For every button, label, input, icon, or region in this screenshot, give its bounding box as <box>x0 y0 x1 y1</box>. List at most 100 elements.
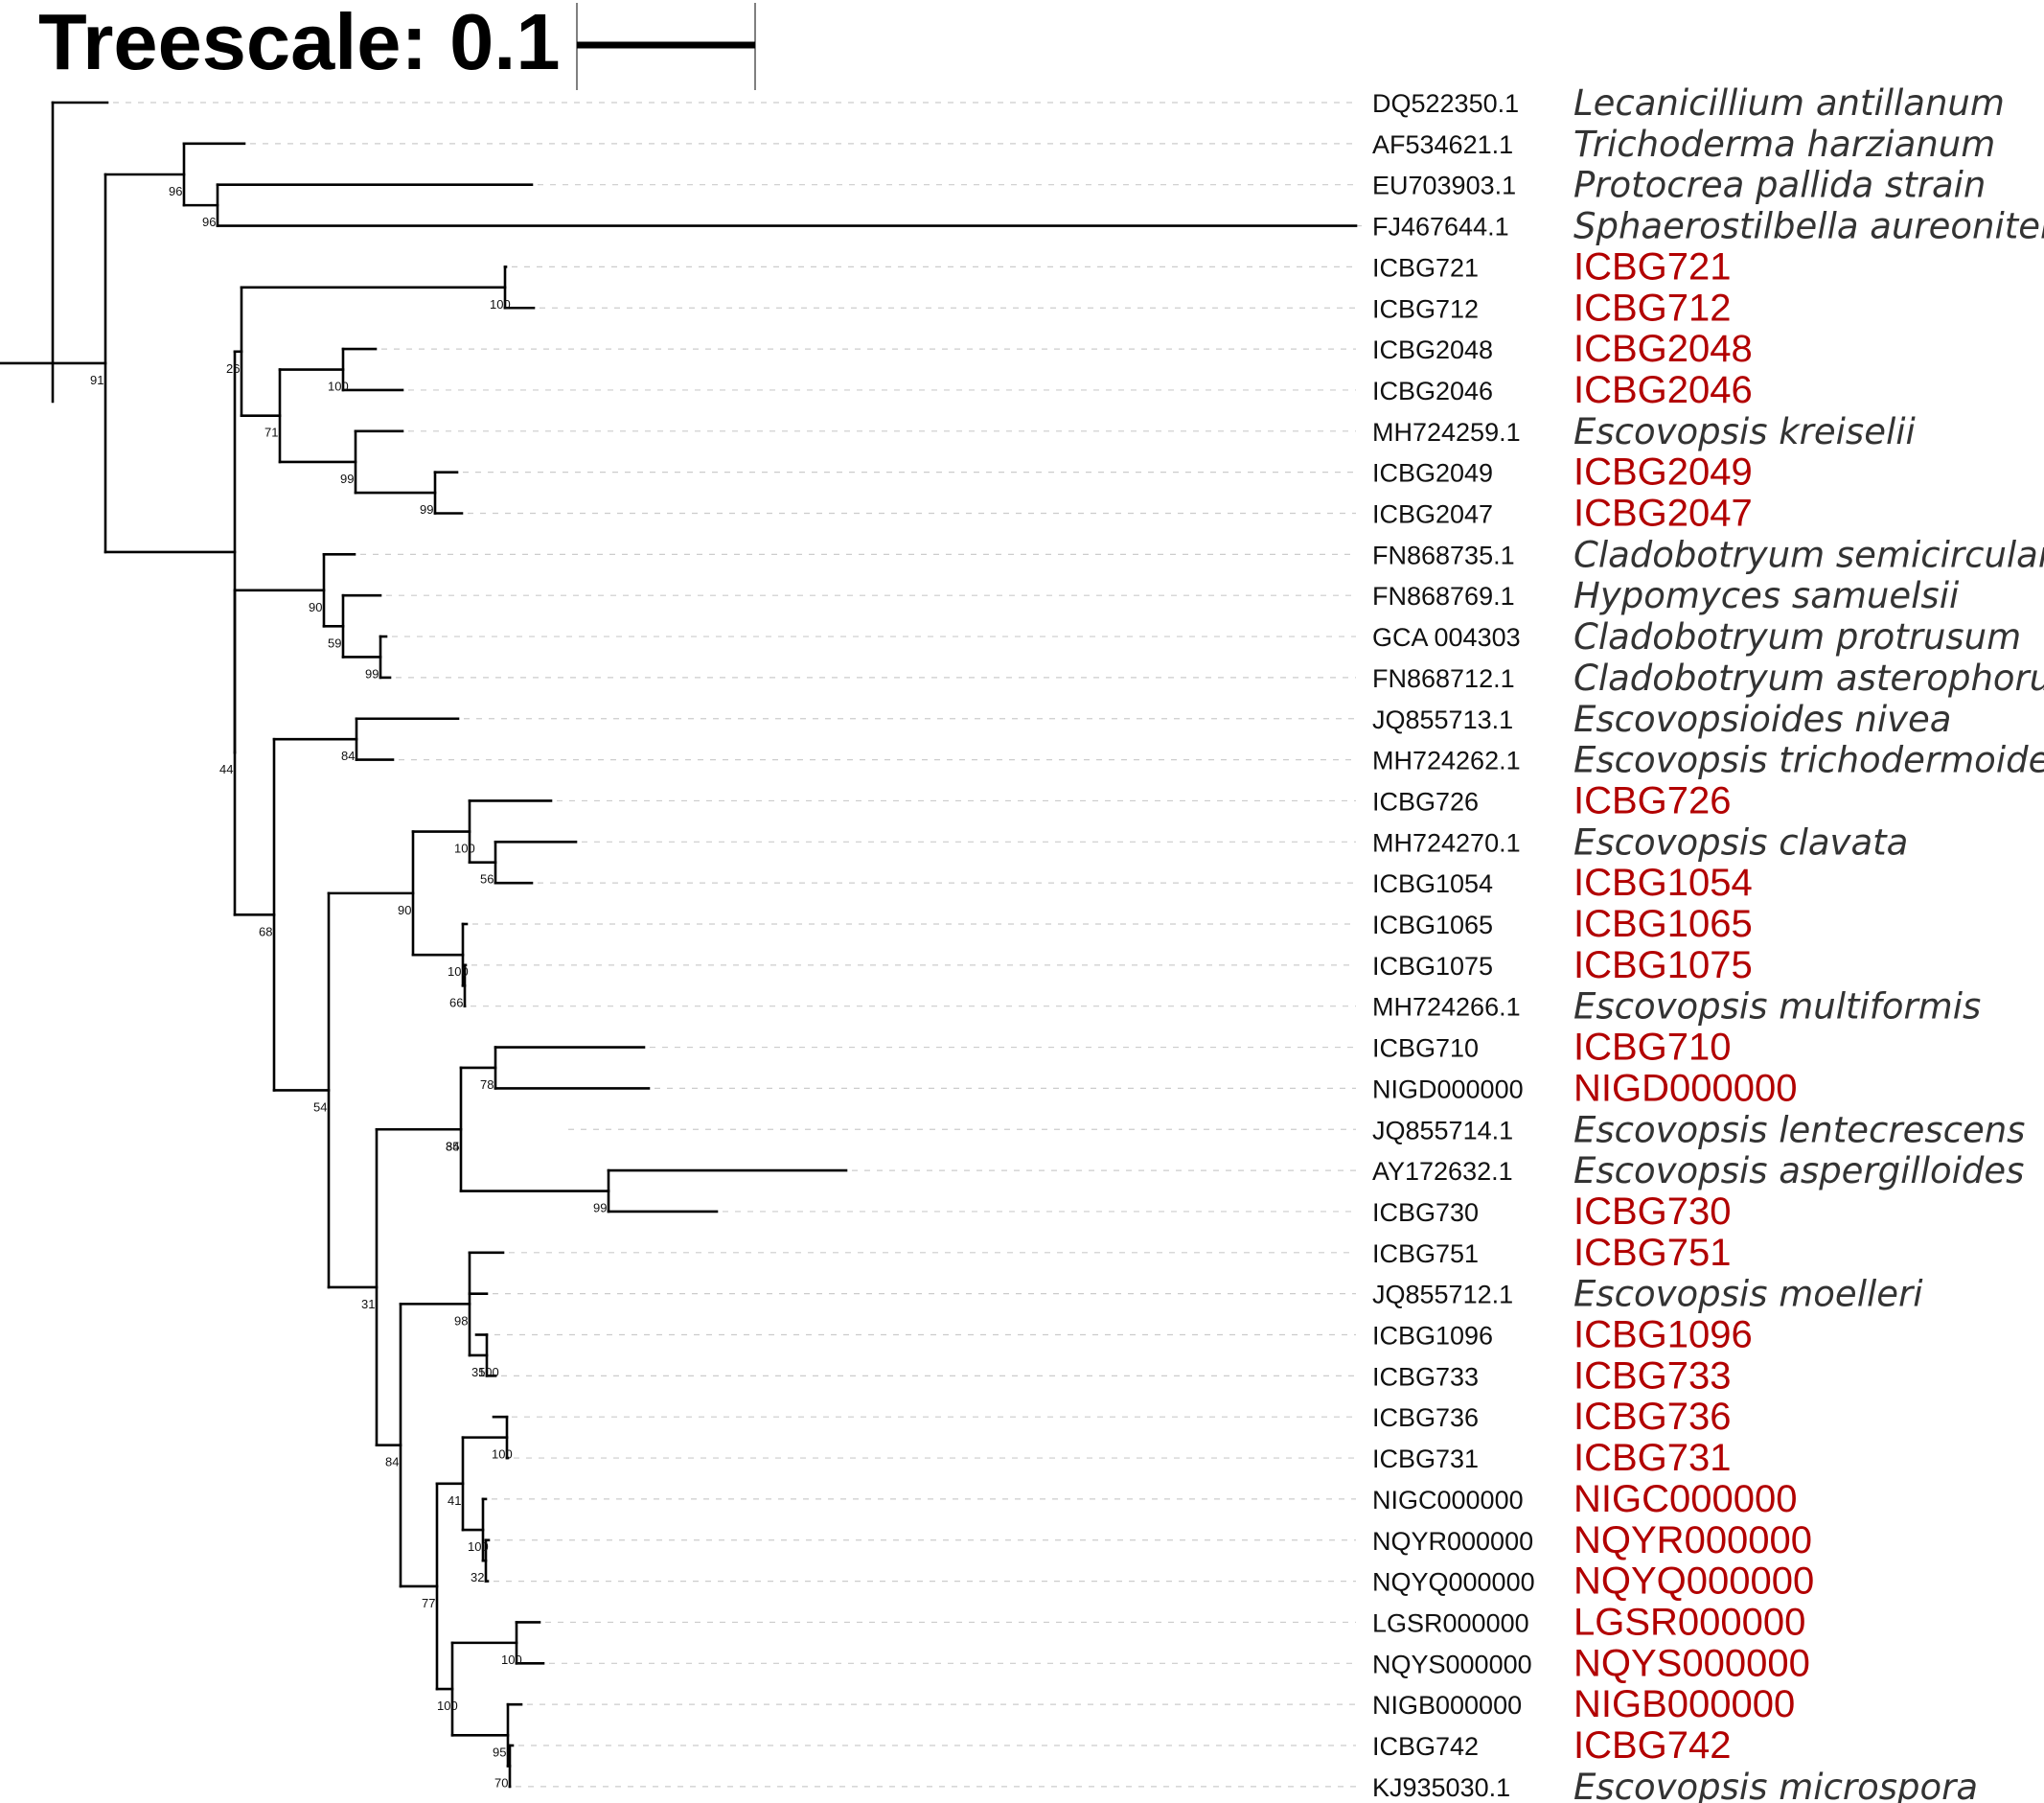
support-value-N_70: 70 <box>494 1775 508 1790</box>
leaf-accession-L10: ICBG2049 <box>1372 459 1493 488</box>
leaf-accession-L13: FN868769.1 <box>1372 582 1515 611</box>
phylogenetic-tree: Treescale: 0.1 9196961002610071999990599… <box>0 0 2044 1803</box>
leaf-name-L24: ICBG710 <box>1573 1027 1732 1069</box>
leaf-name-L30: Escovopsis moelleri <box>1573 1274 1923 1315</box>
leaf-accession-L35: NIGC000000 <box>1372 1486 1524 1514</box>
leaf-accession-L19: MH724270.1 <box>1372 828 1521 857</box>
leaf-accession-L4: FJ467644.1 <box>1372 213 1509 242</box>
tree-scale-label: Treescale: 0.1 <box>38 0 561 86</box>
leaf-accession-L18: ICBG726 <box>1372 787 1479 816</box>
leaf-name-L18: ICBG726 <box>1573 779 1732 821</box>
leaf-accession-L25: NIGD000000 <box>1372 1075 1524 1103</box>
leaf-name-L10: ICBG2049 <box>1573 451 1753 494</box>
support-value-N_54: 54 <box>313 1099 327 1114</box>
leaf-accession-L34: ICBG731 <box>1372 1445 1479 1473</box>
leaf-name-L20: ICBG1054 <box>1573 862 1753 904</box>
leaf-accession-L24: ICBG710 <box>1372 1034 1479 1063</box>
support-value-N_hyp: 96 <box>202 215 216 229</box>
leaf-name-L39: NQYS000000 <box>1573 1642 1810 1684</box>
leaf-accession-L23: MH724266.1 <box>1372 993 1521 1022</box>
support-value-N_100g: 100 <box>468 1539 489 1554</box>
leaf-name-L15: Cladobotryum asterophorum <box>1573 658 2044 699</box>
leaf-accession-L22: ICBG1075 <box>1372 952 1493 981</box>
leaf-name-L3: Protocrea pallida strain <box>1573 165 1986 206</box>
support-value-N_clado59: 59 <box>328 636 341 650</box>
support-value-N_clado99: 99 <box>365 666 379 681</box>
support-value-N_77: 77 <box>422 1596 435 1610</box>
leaf-name-L8: ICBG2046 <box>1573 369 1753 411</box>
leaf-accession-L32: ICBG733 <box>1372 1362 1479 1391</box>
support-value-N_71: 71 <box>264 426 278 440</box>
support-value-N_44: 44 <box>219 762 233 776</box>
support-value-N_100h: 100 <box>501 1653 522 1667</box>
support-value-N_78: 78 <box>480 1077 494 1092</box>
leaf-accession-L42: KJ935030.1 <box>1372 1773 1510 1802</box>
leaf-name-L42: Escovopsis microspora <box>1573 1767 1978 1803</box>
leaf-accession-L39: NQYS000000 <box>1372 1650 1532 1678</box>
leaf-name-L1: Lecanicillium antillanum <box>1573 82 2005 124</box>
leaf-name-L13: Hypomyces samuelsii <box>1573 575 1960 616</box>
leaf-name-L31: ICBG1096 <box>1573 1314 1753 1356</box>
leaf-accession-L15: FN868712.1 <box>1372 664 1515 693</box>
leaf-name-L27: Escovopsis aspergilloides <box>1573 1150 2024 1191</box>
leaf-accession-L12: FN868735.1 <box>1372 541 1515 569</box>
support-value-N_66: 66 <box>449 995 463 1009</box>
support-values: 91 96 96 100 26 100 71 99 99 90 59 99 44 84 68 100 56 90 1… <box>90 184 607 1790</box>
leaf-name-L32: ICBG733 <box>1573 1354 1732 1397</box>
support-value-N_2048: 100 <box>328 380 349 394</box>
leaf-accession-L8: ICBG2046 <box>1372 377 1493 405</box>
support-value-N_56: 56 <box>480 872 494 887</box>
leaf-name-L28: ICBG730 <box>1573 1190 1732 1233</box>
leaf-name-L6: ICBG712 <box>1573 287 1732 329</box>
leaf-name-L34: ICBG731 <box>1573 1437 1732 1479</box>
support-value-N_90b: 90 <box>398 903 411 917</box>
leaf-name-L16: Escovopsioides nivea <box>1573 699 1951 740</box>
leaf-labels: DQ522350.1 Lecanicillium antillanum AF5346… <box>1372 82 2044 1803</box>
leaf-name-L25: NIGD000000 <box>1573 1067 1797 1109</box>
leaf-accession-L28: ICBG730 <box>1372 1198 1479 1227</box>
leaf-name-L33: ICBG736 <box>1573 1396 1732 1438</box>
leaf-accession-L37: NQYQ000000 <box>1372 1568 1535 1597</box>
leaf-accession-L33: ICBG736 <box>1372 1403 1479 1432</box>
support-value-N_100i: 100 <box>437 1699 458 1713</box>
support-value-N_clado90: 90 <box>309 600 322 614</box>
support-value-N_34: 34 <box>446 1139 459 1153</box>
support-value-N_100c: 100 <box>454 842 475 856</box>
leaf-name-L12: Cladobotryum semicirculare <box>1573 534 2044 575</box>
leaf-name-L40: NIGB000000 <box>1573 1683 1795 1725</box>
tree-scale-legend: Treescale: 0.1 <box>38 0 756 90</box>
leaf-name-L29: ICBG751 <box>1573 1232 1732 1274</box>
support-value-N_98: 98 <box>454 1313 468 1328</box>
leaf-name-L9: Escovopsis kreiselii <box>1573 411 1917 452</box>
leaf-name-L35: NIGC000000 <box>1573 1478 1797 1520</box>
leaf-accession-L5: ICBG721 <box>1372 253 1479 282</box>
leaf-accession-L1: DQ522350.1 <box>1372 89 1519 118</box>
leaf-accession-L38: LGSR000000 <box>1372 1608 1529 1637</box>
support-value-N_root_out: 91 <box>90 373 103 387</box>
support-value-N_100e: 100 <box>478 1365 499 1379</box>
leaf-accession-L11: ICBG2047 <box>1372 500 1493 529</box>
support-value-N_95: 95 <box>493 1745 506 1759</box>
leaf-name-L36: NQYR000000 <box>1573 1519 1812 1561</box>
leaf-name-L26: Escovopsis lentecrescens <box>1573 1109 2025 1150</box>
leaf-accession-L6: ICBG712 <box>1372 294 1479 323</box>
leaf-name-L17: Escovopsis trichodermoides <box>1573 740 2044 781</box>
leaf-accession-L17: MH724262.1 <box>1372 747 1521 775</box>
leaf-name-L11: ICBG2047 <box>1573 493 1753 535</box>
support-value-N_99a: 99 <box>340 472 354 486</box>
leaf-guide-lines <box>113 102 1362 1788</box>
leaf-name-L5: ICBG721 <box>1573 245 1732 288</box>
leaf-accession-L27: AY172632.1 <box>1372 1157 1513 1186</box>
support-value-N_32: 32 <box>471 1570 484 1584</box>
leaf-accession-L14: GCA 004303 <box>1372 623 1521 652</box>
support-value-N_31: 31 <box>361 1297 375 1311</box>
leaf-accession-L29: ICBG751 <box>1372 1239 1479 1268</box>
leaf-accession-L31: ICBG1096 <box>1372 1322 1493 1351</box>
leaf-name-L4: Sphaerostilbella aureonitens <box>1573 206 2044 247</box>
support-value-N_99b: 99 <box>420 502 433 517</box>
support-value-N_100d: 100 <box>448 964 469 979</box>
tree-branches <box>0 101 1358 1789</box>
support-value-N_41: 41 <box>448 1493 461 1508</box>
support-value-N_68: 68 <box>259 924 272 938</box>
support-value-N_out: 96 <box>169 184 182 198</box>
